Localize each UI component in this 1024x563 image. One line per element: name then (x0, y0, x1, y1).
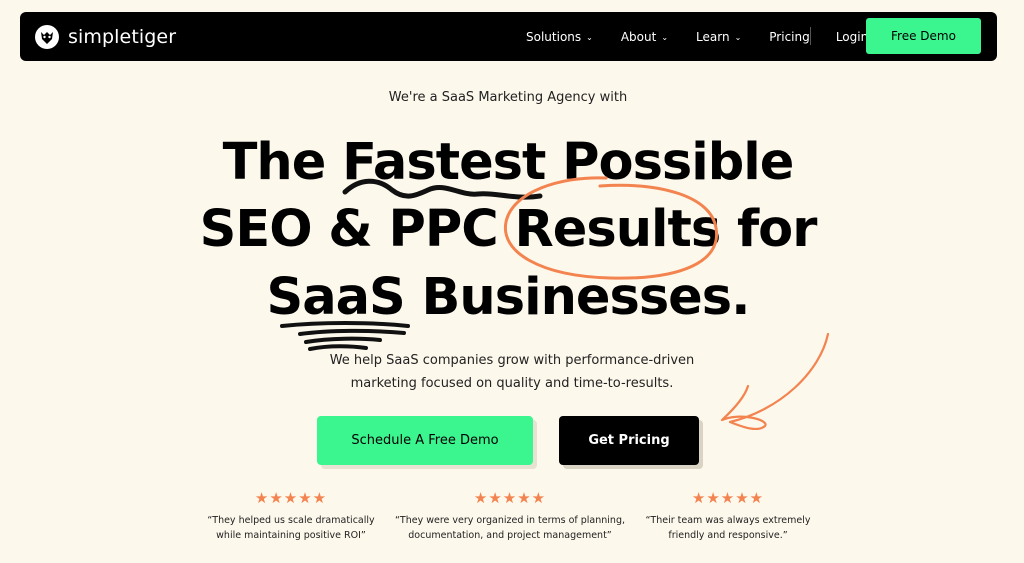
nav-item-label: Learn (696, 29, 730, 44)
nav-item-solutions[interactable]: Solutions ⌄ (526, 30, 593, 44)
star-icon: ★★★★★ (691, 489, 765, 507)
hero-eyebrow: We're a SaaS Marketing Agency with (388, 90, 628, 105)
headline-line-2: SEO & PPC Results for (199, 200, 818, 259)
review-card: ★★★★★ “They were very organized in terms… (390, 489, 630, 543)
tiger-logo-icon (35, 24, 59, 49)
review-quote: “Their team was always extremely friendl… (608, 513, 848, 543)
nav-item-about[interactable]: About ⌄ (621, 30, 668, 44)
review-quote-line: friendly and responsive.” (668, 530, 788, 541)
get-pricing-button[interactable]: Get Pricing (559, 416, 699, 465)
review-quote: “They helped us scale dramatically while… (171, 513, 411, 543)
top-navbar: simpletiger Solutions ⌄ About ⌄ Learn ⌄ … (20, 12, 997, 61)
headline-line-3: SaaS Businesses. (266, 268, 751, 327)
chevron-down-icon: ⌄ (586, 33, 593, 42)
free-demo-button[interactable]: Free Demo (866, 18, 981, 54)
nav-item-learn[interactable]: Learn ⌄ (696, 30, 741, 44)
review-quote-line: “Their team was always extremely (645, 515, 811, 526)
schedule-demo-button[interactable]: Schedule A Free Demo (317, 416, 533, 465)
review-quote: “They were very organized in terms of pl… (390, 513, 630, 543)
review-quote-line: “They were very organized in terms of pl… (395, 515, 625, 526)
nav-item-label: About (620, 29, 657, 44)
logo[interactable]: simpletiger (34, 24, 176, 50)
review-quote-line: “They helped us scale dramatically (207, 515, 375, 526)
hero-subtext-line-1: We help SaaS companies grow with perform… (329, 353, 695, 368)
hero-subtext-line-2: marketing focused on quality and time-to… (350, 376, 674, 391)
nav-divider (810, 27, 811, 45)
chevron-down-icon: ⌄ (661, 33, 669, 42)
nav-item-label: Solutions (526, 29, 582, 44)
page: simpletiger Solutions ⌄ About ⌄ Learn ⌄ … (0, 0, 1024, 563)
headline-line-1: The Fastest Possible (222, 133, 795, 192)
nav-item-label: Pricing (769, 29, 810, 44)
nav-item-pricing[interactable]: Pricing (769, 30, 809, 44)
logo-text: simpletiger (68, 25, 177, 48)
nav-links: Solutions ⌄ About ⌄ Learn ⌄ Pricing (526, 12, 838, 61)
review-card: ★★★★★ “Their team was always extremely f… (608, 489, 848, 543)
chevron-down-icon: ⌄ (734, 33, 742, 42)
review-card: ★★★★★ “They helped us scale dramatically… (171, 489, 411, 543)
star-icon: ★★★★★ (254, 489, 328, 507)
review-quote-line: documentation, and project management” (408, 530, 612, 541)
review-quote-line: while maintaining positive ROI” (216, 530, 366, 541)
star-icon: ★★★★★ (473, 489, 547, 507)
